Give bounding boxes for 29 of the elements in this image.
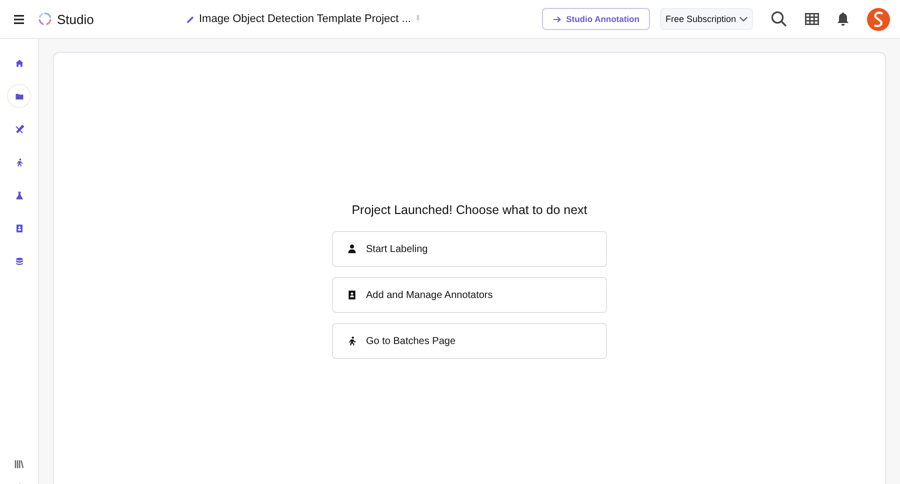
menu-icon[interactable] — [14, 14, 24, 24]
home-icon[interactable] — [14, 58, 24, 68]
nav-item[interactable] — [7, 84, 31, 108]
database-icon[interactable] — [14, 256, 24, 266]
project-title: Image Object Detection Template Project ... — [199, 13, 411, 25]
tools-icon[interactable] — [14, 124, 24, 134]
user-avatar[interactable] — [867, 8, 890, 30]
action-button[interactable]: Add and Manage Annotators — [332, 277, 607, 313]
launch-heading: Project Launched! Choose what to do next — [352, 203, 588, 217]
contact-card-icon — [347, 290, 357, 300]
action-button[interactable]: Start Labeling — [332, 231, 607, 267]
search-icon[interactable] — [771, 11, 787, 27]
running-person-icon[interactable] — [14, 158, 24, 166]
app-name: Studio — [57, 12, 94, 26]
action-button[interactable]: Go to Batches Page — [332, 323, 607, 359]
books-icon[interactable] — [14, 458, 24, 468]
bell-icon[interactable] — [837, 12, 849, 26]
grid-icon[interactable] — [805, 13, 819, 25]
contact-card-icon[interactable] — [14, 224, 24, 232]
logo-icon — [38, 12, 52, 26]
flask-icon[interactable] — [14, 190, 24, 200]
studio-annotation-button[interactable]: Studio Annotation — [542, 8, 650, 30]
chevron-icon — [739, 16, 748, 22]
running-person-icon — [347, 336, 357, 346]
subscription-dropdown[interactable]: Free Subscription — [660, 8, 753, 30]
pencil-icon[interactable] — [186, 14, 195, 24]
folder-icon — [14, 92, 24, 100]
person-icon — [347, 244, 357, 254]
arrow-icon — [553, 16, 562, 22]
